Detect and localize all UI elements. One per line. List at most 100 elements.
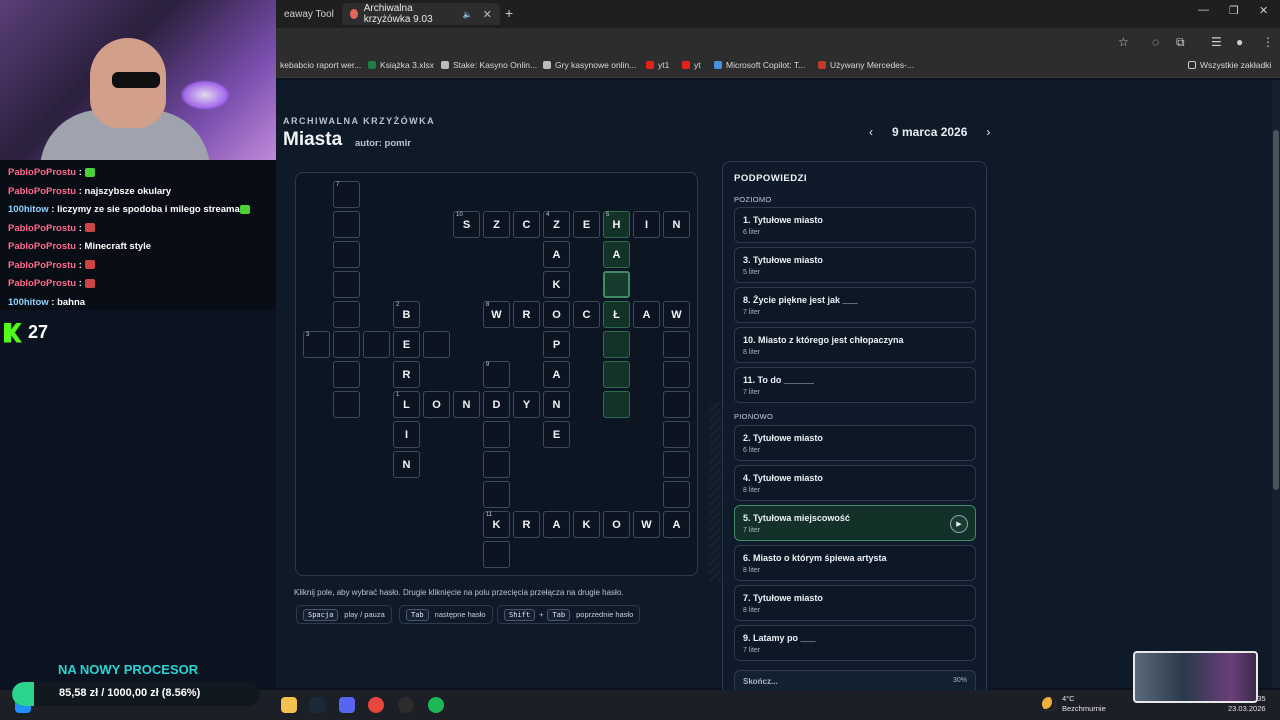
grid-cell[interactable]: D [483, 391, 510, 418]
grid-cell[interactable]: I [633, 211, 660, 238]
close-icon[interactable]: ✕ [483, 8, 492, 21]
grid-cell[interactable] [363, 331, 390, 358]
bookmark-item[interactable]: yt [682, 60, 701, 70]
grid-cell[interactable] [603, 331, 630, 358]
tab-search-icon[interactable]: ☰ [1211, 35, 1222, 49]
grid-cell[interactable] [333, 301, 360, 328]
bookmark-item[interactable]: Używany Mercedes-... [818, 60, 914, 70]
grid-cell[interactable] [483, 481, 510, 508]
puzzle-icon[interactable]: ⧉ [1176, 35, 1185, 50]
grid-cell[interactable]: R [513, 301, 540, 328]
grid-cell[interactable]: 5H [603, 211, 630, 238]
grid-cell[interactable]: 7 [333, 181, 360, 208]
grid-cell[interactable]: E [573, 211, 600, 238]
new-tab-icon[interactable]: + [505, 5, 513, 21]
grid-cell[interactable]: R [513, 511, 540, 538]
obs-icon[interactable] [398, 697, 414, 713]
file-explorer-icon[interactable] [281, 697, 297, 713]
grid-cell[interactable]: K [543, 271, 570, 298]
grid-cell[interactable]: A [633, 301, 660, 328]
bookmark-item[interactable]: Gry kasynowe onlin... [543, 60, 636, 70]
grid-cell[interactable]: Z [483, 211, 510, 238]
grid-cell[interactable]: P [543, 331, 570, 358]
tab-crossword[interactable]: Archiwalna krzyżówka 9.03 🔈 ✕ [342, 3, 500, 25]
grid-cell[interactable] [483, 541, 510, 568]
grid-cell[interactable]: W [663, 301, 690, 328]
scrollbar-thumb[interactable] [1273, 130, 1279, 490]
grid-cell[interactable] [333, 271, 360, 298]
grid-cell[interactable] [603, 391, 630, 418]
clue-item[interactable]: 5. Tytułowa miejscowość 7 liter ▶ [734, 505, 976, 541]
grid-cell[interactable] [663, 331, 690, 358]
grid-cell[interactable]: 8W [483, 301, 510, 328]
grid-cell[interactable] [333, 391, 360, 418]
grid-cell[interactable]: C [573, 301, 600, 328]
grid-cell[interactable]: N [543, 391, 570, 418]
clue-item[interactable]: 11. To do ______ 7 liter [734, 367, 976, 403]
grid-cell[interactable] [663, 451, 690, 478]
window-close-icon[interactable]: ✕ [1259, 4, 1268, 17]
bookmark-item[interactable]: Stake: Kasyno Onlin... [441, 60, 537, 70]
grid-cell[interactable] [663, 391, 690, 418]
grid-cell[interactable]: E [543, 421, 570, 448]
steam-icon[interactable] [309, 697, 325, 713]
grid-cell[interactable] [663, 481, 690, 508]
taskbar-preview-thumbnail[interactable] [1133, 651, 1258, 703]
discord-icon[interactable] [339, 697, 355, 713]
grid-cell[interactable]: 1L [393, 391, 420, 418]
bookmark-item[interactable]: Książka 3.xlsx [368, 60, 434, 70]
grid-cell[interactable] [333, 361, 360, 388]
grid-cell[interactable]: O [603, 511, 630, 538]
grid-cell[interactable] [663, 361, 690, 388]
all-bookmarks[interactable]: Wszystkie zakładki [1188, 60, 1271, 70]
bookmark-item[interactable]: Microsoft Copilot: T... [714, 60, 805, 70]
grid-cell[interactable] [663, 421, 690, 448]
chrome-icon[interactable] [368, 697, 384, 713]
grid-cell[interactable] [333, 241, 360, 268]
profile-icon[interactable]: ● [1236, 35, 1243, 49]
grid-cell[interactable]: N [393, 451, 420, 478]
grid-cell[interactable]: A [543, 241, 570, 268]
grid-cell[interactable] [423, 331, 450, 358]
grid-cell[interactable]: C [513, 211, 540, 238]
grid-cell[interactable] [333, 331, 360, 358]
clue-item[interactable]: 7. Tytułowe miasto 8 liter [734, 585, 976, 621]
grid-cell[interactable]: R [393, 361, 420, 388]
grid-cell[interactable]: A [663, 511, 690, 538]
clue-item[interactable]: 9. Latamy po ___ 7 liter [734, 625, 976, 661]
grid-cell[interactable]: K [573, 511, 600, 538]
weather-widget[interactable]: 4°C Bezchmurnie [1042, 694, 1106, 714]
maximize-icon[interactable]: ❐ [1229, 4, 1239, 17]
prev-date-button[interactable]: ‹ [864, 125, 878, 139]
grid-cell[interactable]: A [603, 241, 630, 268]
grid-cell[interactable]: O [423, 391, 450, 418]
bookmark-item[interactable]: kebabcio raport wer... [280, 60, 361, 70]
grid-cell[interactable] [483, 421, 510, 448]
clue-item[interactable]: 10. Miasto z którego jest chłopaczyna 8 l… [734, 327, 976, 363]
grid-cell[interactable]: 9 [483, 361, 510, 388]
grid-cell[interactable]: Ł [603, 301, 630, 328]
grid-cell[interactable]: 4Z [543, 211, 570, 238]
clue-item[interactable]: 6. Miasto o którym śpiewa artysta 8 liter [734, 545, 976, 581]
grid-cell[interactable]: 3 [303, 331, 330, 358]
grid-cell[interactable]: N [453, 391, 480, 418]
clue-item[interactable]: 1. Tytułowe miasto 6 liter [734, 207, 976, 243]
minimize-icon[interactable]: — [1198, 4, 1209, 16]
clue-item[interactable]: 2. Tytułowe miasto 6 liter [734, 425, 976, 461]
grid-cell[interactable]: O [543, 301, 570, 328]
grid-cell[interactable]: 2B [393, 301, 420, 328]
grid-cell[interactable]: W [633, 511, 660, 538]
grid-cell[interactable]: A [543, 361, 570, 388]
grid-cell[interactable]: 10 S [453, 211, 480, 238]
clue-item[interactable]: 3. Tytułowe miasto 5 liter [734, 247, 976, 283]
grid-cell[interactable] [603, 361, 630, 388]
next-date-button[interactable]: › [981, 125, 995, 139]
grid-cell[interactable]: A [543, 511, 570, 538]
grid-cell[interactable]: I [393, 421, 420, 448]
clue-item[interactable]: 8. Życie piękne jest jak ___ 7 liter [734, 287, 976, 323]
grid-cell[interactable]: Y [513, 391, 540, 418]
grid-cell[interactable]: 11 K [483, 511, 510, 538]
bookmark-star-icon[interactable]: ☆ [1118, 35, 1129, 49]
menu-icon[interactable]: ⋮ [1262, 35, 1274, 49]
grid-cell[interactable] [603, 271, 630, 298]
